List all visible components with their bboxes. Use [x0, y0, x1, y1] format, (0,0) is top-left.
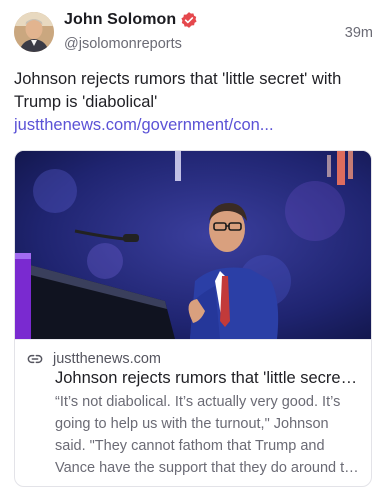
avatar[interactable] — [14, 12, 54, 52]
verified-badge-icon — [180, 11, 198, 29]
post-text-content: Johnson rejects rumors that 'little secr… — [14, 70, 342, 111]
link-icon — [27, 351, 43, 367]
author-name-row: John Solomon — [64, 11, 198, 29]
link-domain-row: justthenews.com — [27, 351, 161, 367]
link-preview-card[interactable]: justthenews.com Johnson rejects rumors t… — [14, 150, 372, 487]
author-name[interactable]: John Solomon — [64, 11, 176, 29]
post-text: Johnson rejects rumors that 'little secr… — [14, 68, 370, 137]
post-header: John Solomon @jsolomonreports 39m — [14, 10, 373, 60]
link-domain: justthenews.com — [53, 351, 161, 367]
link-description: “It’s not diabolical. It’s actually very… — [55, 394, 361, 476]
link-preview-meta: justthenews.com Johnson rejects rumors t… — [15, 339, 371, 486]
speaker-at-podium-photo[interactable] — [15, 151, 371, 339]
post-link[interactable]: justthenews.com/government/con... — [14, 116, 274, 134]
link-title[interactable]: Johnson rejects rumors that 'little secr… — [55, 369, 361, 388]
post-card[interactable]: John Solomon @jsolomonreports 39m Johnso… — [0, 0, 387, 500]
post-timestamp: 39m — [344, 25, 373, 41]
author-handle[interactable]: @jsolomonreports — [64, 36, 182, 52]
